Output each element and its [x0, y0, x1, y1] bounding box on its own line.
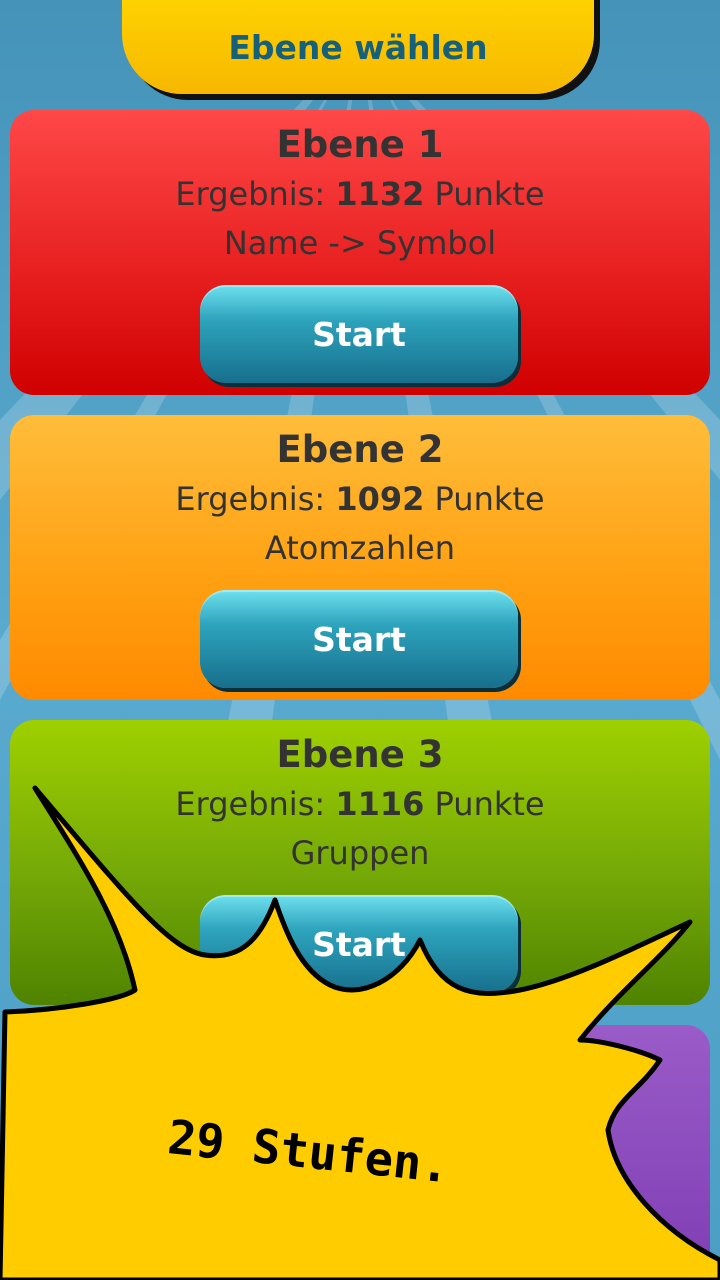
score-value: 1132	[335, 175, 425, 213]
start-button-level-2[interactable]: Start	[200, 590, 518, 688]
level-score: Ergebnis: 1092 Punkte	[10, 475, 710, 523]
level-mode: Name -> Symbol	[223, 224, 497, 262]
score-suffix: Punkte	[434, 175, 545, 213]
level-score: Ergebnis: 1116 Punkte	[10, 780, 710, 828]
header-banner: Ebene wählen	[122, 0, 594, 94]
level-title: Ebene 1	[276, 123, 444, 166]
score-prefix: Ergebnis:	[175, 480, 326, 518]
start-button-level-3[interactable]: Start	[200, 895, 518, 993]
level-card-3: Ebene 3 Ergebnis: 1116 Punkte Gruppen St…	[10, 720, 710, 1005]
score-value: 1116	[335, 785, 425, 823]
score-prefix: Ergebnis:	[175, 175, 326, 213]
score-prefix: Ergebnis:	[175, 785, 326, 823]
score-suffix: Punkte	[434, 785, 545, 823]
page-title: Ebene wählen	[228, 27, 488, 67]
level-title: Ebene 2	[276, 428, 444, 471]
score-suffix: Punkte	[434, 480, 545, 518]
start-button-level-1[interactable]: Start	[200, 285, 518, 383]
level-card-2: Ebene 2 Ergebnis: 1092 Punkte Atomzahlen…	[10, 415, 710, 700]
level-mode: Atomzahlen	[264, 529, 456, 567]
score-value: 1092	[335, 480, 425, 518]
level-mode: Gruppen	[290, 834, 430, 872]
level-card-1: Ebene 1 Ergebnis: 1132 Punkte Name -> Sy…	[10, 110, 710, 395]
level-title: Ebene 3	[276, 733, 444, 776]
level-score: Ergebnis: 1132 Punkte	[10, 170, 710, 218]
